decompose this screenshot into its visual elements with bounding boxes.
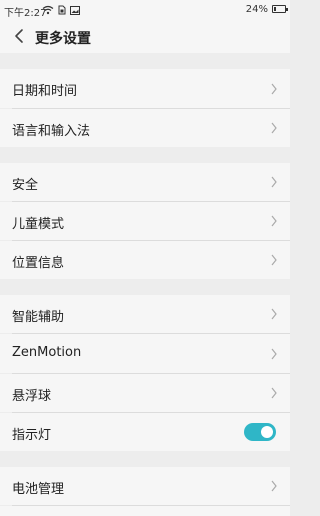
setting-label: 指示灯	[12, 428, 52, 443]
indicator-light-toggle[interactable]	[244, 423, 276, 441]
setting-date-time[interactable]: 日期和时间	[0, 69, 290, 108]
setting-label: 悬浮球	[12, 389, 52, 404]
setting-label: 电池管理	[12, 482, 65, 497]
setting-smart-assist[interactable]: 智能辅助	[0, 295, 290, 333]
chevron-right-icon	[271, 480, 277, 492]
sim-icon	[58, 5, 66, 15]
chevron-right-icon	[271, 215, 277, 227]
setting-next-partial	[0, 506, 290, 516]
setting-zenmotion[interactable]: ZenMotion	[0, 334, 290, 373]
chevron-right-icon	[271, 176, 277, 188]
toggle-knob	[261, 426, 273, 438]
status-icons	[42, 4, 80, 16]
battery-icon	[272, 5, 288, 13]
setting-label: ZenMotion	[12, 345, 82, 360]
battery-percent: 24%	[245, 4, 268, 15]
wifi-icon	[42, 5, 54, 15]
back-arrow-icon[interactable]	[10, 26, 30, 46]
setting-indicator-light: 指示灯	[0, 413, 290, 451]
setting-label: 安全	[12, 178, 39, 193]
setting-kids-mode[interactable]: 儿童模式	[0, 202, 290, 240]
chevron-right-icon	[271, 348, 277, 360]
setting-floating-ball[interactable]: 悬浮球	[0, 374, 290, 412]
page-title: 更多设置	[35, 31, 91, 47]
setting-label: 儿童模式	[12, 217, 65, 232]
setting-label: 智能辅助	[12, 310, 65, 325]
status-bar: 下午2:27 24%	[0, 0, 290, 20]
chevron-right-icon	[271, 254, 277, 266]
chevron-right-icon	[271, 122, 277, 134]
setting-battery-management[interactable]: 电池管理	[0, 467, 290, 505]
chevron-right-icon	[271, 308, 277, 320]
setting-location[interactable]: 位置信息	[0, 241, 290, 279]
setting-label: 位置信息	[12, 256, 65, 271]
setting-label: 语言和输入法	[12, 124, 91, 139]
setting-label: 日期和时间	[12, 84, 78, 99]
chevron-right-icon	[271, 83, 277, 95]
chevron-right-icon	[271, 387, 277, 399]
setting-language-input[interactable]: 语言和输入法	[0, 109, 290, 147]
app-header: 更多设置	[0, 20, 290, 53]
setting-security[interactable]: 安全	[0, 163, 290, 201]
status-time: 下午2:27	[4, 8, 47, 19]
image-notification-icon	[70, 5, 80, 15]
